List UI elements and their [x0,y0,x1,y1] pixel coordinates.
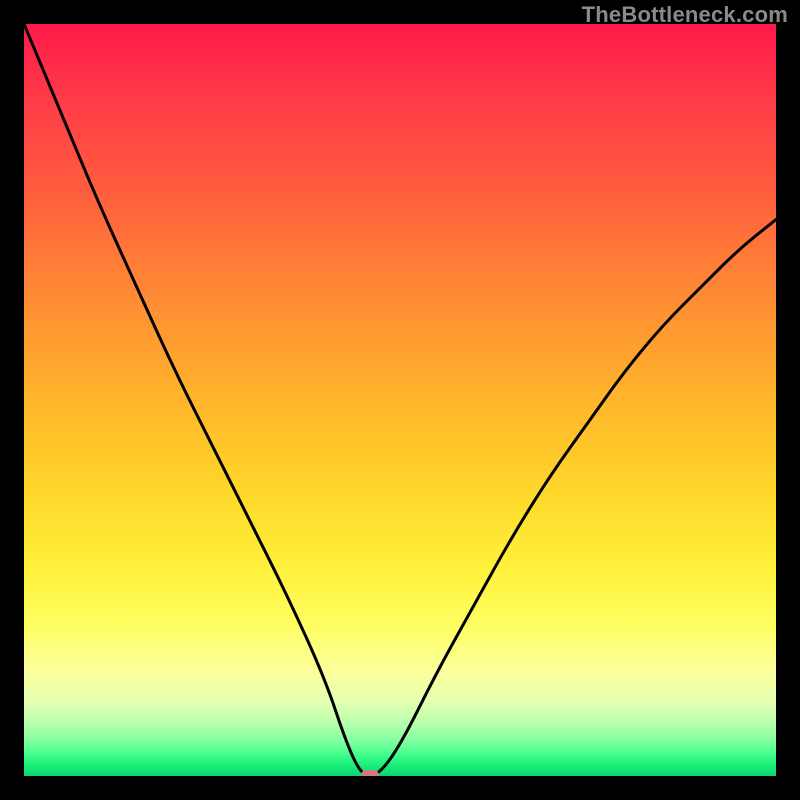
plot-area [24,24,776,776]
bottleneck-curve-path [24,24,776,776]
chart-container: TheBottleneck.com [0,0,800,800]
curve-svg [24,24,776,776]
watermark-text: TheBottleneck.com [582,2,788,28]
minimum-marker [361,770,379,776]
